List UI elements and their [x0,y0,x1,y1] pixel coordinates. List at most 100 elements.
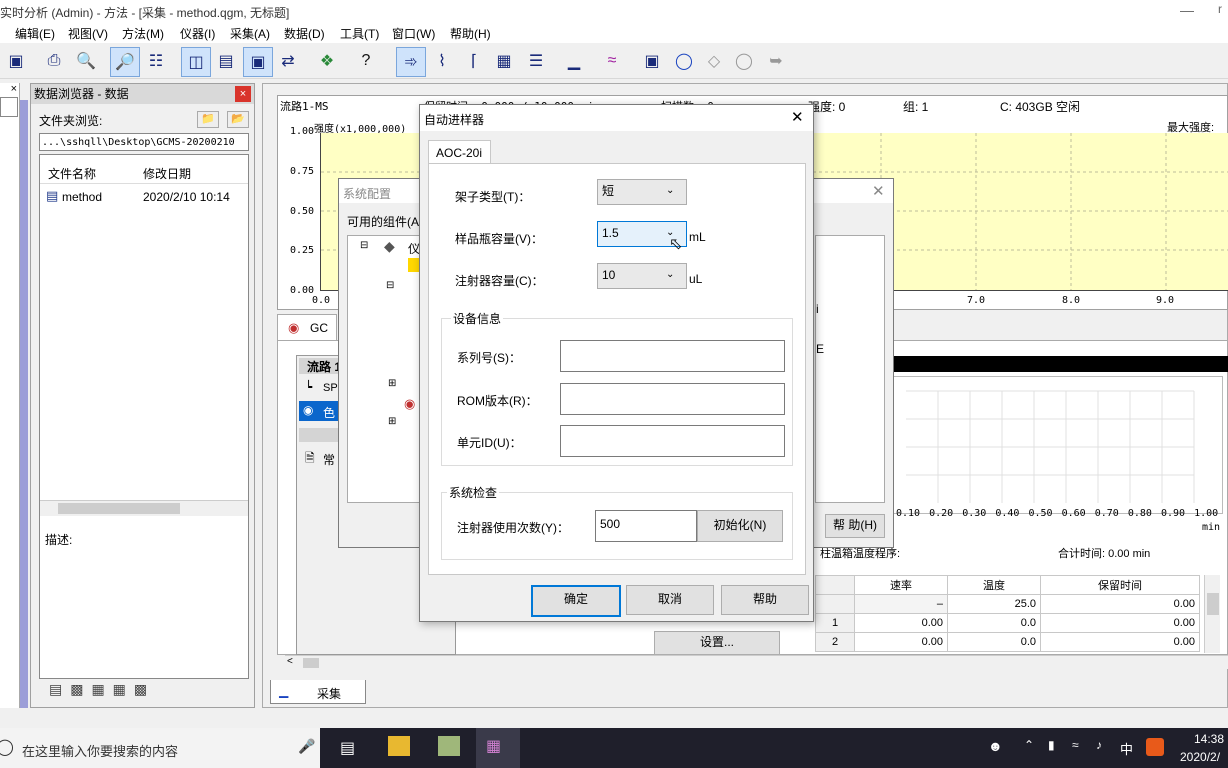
print-icon[interactable]: ⎙ [40,47,68,75]
sequence-icon[interactable]: ▦ [490,47,518,75]
clock-date[interactable]: 2020/2/ [1180,750,1220,764]
file-explorer-icon[interactable] [388,736,410,756]
layout-2-icon[interactable]: ▤ [212,47,240,75]
restore-button[interactable]: r [1218,2,1228,20]
serial-field[interactable] [560,340,785,372]
app-icon[interactable] [438,736,460,756]
tab-gc[interactable]: ◉ GC [277,314,337,340]
table-row[interactable]: – 25.0 0.00 [815,594,1200,614]
sogou-icon[interactable] [1146,738,1164,756]
export-icon[interactable]: ➥ [762,47,790,75]
scroll-left-icon[interactable]: < [287,656,293,667]
microphone-icon[interactable]: 🎤 [298,738,315,755]
folder-up-icon[interactable]: 📁 [197,111,219,128]
menu-tools[interactable]: 工具(T) [340,25,379,42]
scrollbar-thumb[interactable] [1207,593,1219,615]
menu-help[interactable]: 帮助(H) [450,25,491,42]
layout-3-icon[interactable]: ▣ [243,47,273,77]
help-question-icon[interactable]: ? [352,47,380,75]
syringe-usage-field[interactable]: 500 [595,510,697,542]
close-icon[interactable]: ✕ [791,108,804,126]
unit-id-field[interactable] [560,425,785,457]
cell-hold[interactable]: 0.00 [1040,613,1200,633]
column-filename[interactable]: 文件名称 [48,165,96,182]
cycle-icon[interactable]: ◯ [670,47,698,75]
folder-path-select[interactable]: ...\sshqll\Desktop\GCMS-20200210 [39,133,249,151]
cell-temp[interactable]: 0.0 [947,632,1041,652]
table-scrollbar[interactable] [1204,575,1220,653]
minimize-button[interactable]: — [1180,2,1196,20]
taskbar-search[interactable]: ◯ 在这里输入你要搜索的内容 🎤 [0,728,320,768]
collapse-icon[interactable]: ⊟ [360,240,368,251]
menu-window[interactable]: 窗口(W) [392,25,435,42]
tree-item-general[interactable]: 常 [323,451,335,468]
cell-rate[interactable]: – [854,594,948,614]
spectrum-icon[interactable]: ≈ [598,47,626,75]
menu-acquire[interactable]: 采集(A) [230,25,270,42]
settings-button[interactable]: 设置... [654,631,780,655]
close-icon[interactable]: × [235,86,251,102]
ok-button[interactable]: 确定 [531,585,621,617]
horizontal-scrollbar[interactable]: < [285,655,1228,669]
syringe-volume-select[interactable]: 10 ⌄ [597,263,687,289]
acquire-icon[interactable]: ➾ [396,47,426,77]
bar-chart-icon[interactable]: ▁ [560,47,588,75]
ime-indicator[interactable]: 中 [1120,739,1133,758]
menu-instrument[interactable]: 仪器(I) [180,25,215,42]
save-icon[interactable]: ▣ [2,47,30,75]
collapse-icon[interactable]: ⊟ [386,280,394,291]
wifi-icon[interactable]: ≈ [1072,738,1079,752]
dock-close-icon[interactable]: × [0,83,20,97]
chevron-up-icon[interactable]: ⌃ [1024,738,1034,752]
stop-icon[interactable]: ◯ [730,47,758,75]
tab-aoc20i[interactable]: AOC-20i [428,140,491,164]
close-icon[interactable]: ✕ [872,182,885,200]
diamond-icon[interactable]: ◇ [700,47,728,75]
menu-view[interactable]: 视图(V) [68,25,108,42]
nav-arrows-icon[interactable]: ⇄ [274,47,302,75]
print-preview-icon[interactable]: 🔍 [72,47,100,75]
list-item[interactable]: ▤ method 2020/2/10 10:14 [44,188,244,206]
menu-method[interactable]: 方法(M) [122,25,164,42]
batch-icon[interactable]: ☰ [522,47,550,75]
task-view-icon[interactable]: ▤ [340,738,355,758]
volume-icon[interactable]: ♪ [1096,738,1102,752]
cell-temp[interactable]: 25.0 [947,594,1041,614]
rom-version-field[interactable] [560,383,785,415]
expand-icon[interactable]: ⊞ [388,378,396,389]
battery-icon[interactable]: ▮ [1048,738,1055,752]
peak-2-icon[interactable]: ⌈ [460,47,488,75]
help-button[interactable]: 帮 助(H) [825,514,885,538]
scrollbar-thumb[interactable] [303,658,319,668]
horizontal-scrollbar[interactable] [40,500,248,516]
gcms-app-button[interactable]: ▦ [476,728,520,768]
cell-hold[interactable]: 0.00 [1040,594,1200,614]
browser-tab-icons[interactable]: ▤▩▦▦▩ [49,681,179,701]
people-icon[interactable]: ☻ [988,738,1003,754]
cell-rate[interactable]: 0.00 [854,632,948,652]
leaf-icon[interactable]: ❖ [313,47,341,75]
cell-rate[interactable]: 0.00 [854,613,948,633]
initialize-button[interactable]: 初始化(N) [697,510,783,542]
clock-time[interactable]: 14:38 [1194,732,1224,746]
cell-temp[interactable]: 0.0 [947,613,1041,633]
dock-tab[interactable] [0,97,18,117]
table-row[interactable]: 1 0.00 0.0 0.00 [815,613,1200,633]
tab-acquire[interactable]: ▁ 采集 [270,680,366,704]
tree-item-selected[interactable]: ◉ 色 [299,401,339,421]
tune-icon[interactable]: ▣ [638,47,666,75]
layout-1-icon[interactable]: ◫ [181,47,211,77]
menu-data[interactable]: 数据(D) [284,25,325,42]
table-row[interactable]: 2 0.00 0.0 0.00 [815,632,1200,652]
data-search-icon[interactable]: 🔎 [110,47,140,77]
folder-open-icon[interactable]: 📂 [227,111,249,128]
column-modified-date[interactable]: 修改日期 [143,165,191,182]
scrollbar-thumb[interactable] [58,503,180,514]
rack-type-select[interactable]: 短 ⌄ [597,179,687,205]
expand-icon[interactable]: ⊞ [388,416,396,427]
menu-edit[interactable]: 编辑(E) [15,25,55,42]
cell-hold[interactable]: 0.00 [1040,632,1200,652]
cancel-button[interactable]: 取消 [626,585,714,615]
data-compare-icon[interactable]: ☷ [142,47,170,75]
help-button[interactable]: 帮助 [721,585,809,615]
